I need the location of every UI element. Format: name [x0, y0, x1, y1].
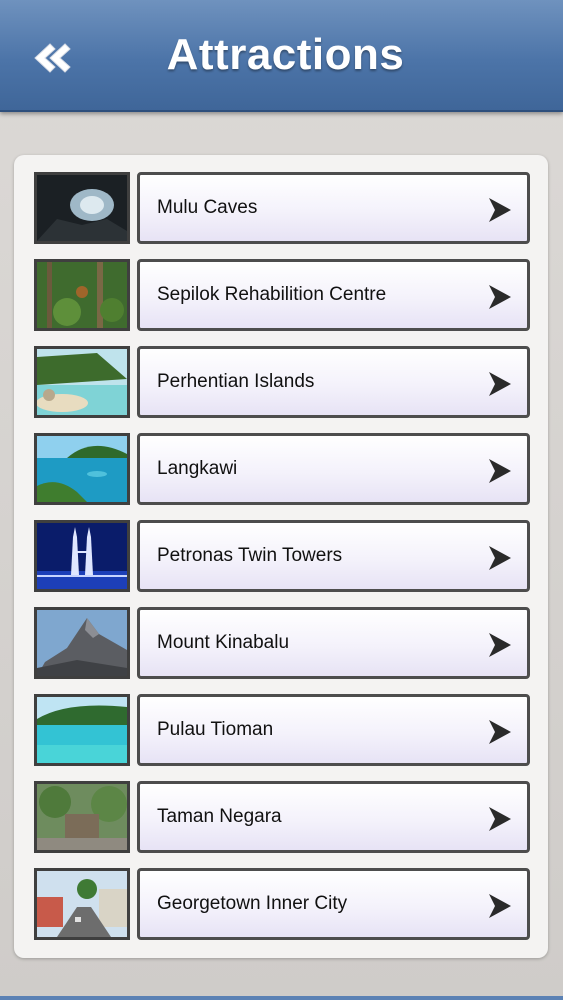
list-item[interactable]: Georgetown Inner City	[34, 868, 530, 944]
attraction-thumbnail	[34, 259, 130, 331]
attraction-label: Mount Kinabalu	[157, 632, 290, 653]
chevron-right-icon	[489, 807, 511, 831]
chevron-right-icon	[489, 720, 511, 744]
attraction-label: Sepilok Rehabilition Centre	[157, 284, 387, 305]
attraction-label: Taman Negara	[157, 806, 282, 827]
attraction-thumbnail	[34, 520, 130, 592]
attraction-label: Perhentian Islands	[157, 371, 315, 392]
attraction-thumbnail	[34, 781, 130, 853]
chevron-right-icon	[489, 546, 511, 570]
attraction-button[interactable]: Sepilok Rehabilition Centre	[137, 259, 530, 331]
chevron-right-icon	[489, 198, 511, 222]
chevron-right-icon	[489, 372, 511, 396]
chevron-right-icon	[489, 894, 511, 918]
bottom-edge	[0, 996, 563, 1000]
attraction-button[interactable]: Georgetown Inner City	[137, 868, 530, 940]
chevron-right-icon	[489, 633, 511, 657]
attraction-button[interactable]: Petronas Twin Towers	[137, 520, 530, 592]
attraction-button[interactable]: Langkawi	[137, 433, 530, 505]
attraction-label: Mulu Caves	[157, 197, 258, 218]
attraction-thumbnail	[34, 607, 130, 679]
attraction-label: Georgetown Inner City	[157, 893, 348, 914]
attraction-button[interactable]: Perhentian Islands	[137, 346, 530, 418]
attraction-thumbnail	[34, 346, 130, 418]
attraction-label: Pulau Tioman	[157, 719, 274, 740]
attraction-thumbnail	[34, 172, 130, 244]
attraction-button[interactable]: Pulau Tioman	[137, 694, 530, 766]
list-item[interactable]: Sepilok Rehabilition Centre	[34, 259, 530, 335]
attraction-thumbnail	[34, 433, 130, 505]
attraction-button[interactable]: Taman Negara	[137, 781, 530, 853]
list-item[interactable]: Langkawi	[34, 433, 530, 509]
page-title: Attractions	[166, 30, 405, 79]
attraction-label: Petronas Twin Towers	[157, 545, 343, 566]
list-item[interactable]: Mount Kinabalu	[34, 607, 530, 683]
list-item[interactable]: Taman Negara	[34, 781, 530, 857]
attraction-thumbnail	[34, 694, 130, 766]
header-bar: Attractions	[0, 0, 563, 112]
chevron-right-icon	[489, 285, 511, 309]
attraction-button[interactable]: Mount Kinabalu	[137, 607, 530, 679]
attraction-label: Langkawi	[157, 458, 238, 479]
list-item[interactable]: Mulu Caves	[34, 172, 530, 248]
list-item[interactable]: Perhentian Islands	[34, 346, 530, 422]
attraction-thumbnail	[34, 868, 130, 940]
list-item[interactable]: Pulau Tioman	[34, 694, 530, 770]
attraction-button[interactable]: Mulu Caves	[137, 172, 530, 244]
chevron-right-icon	[489, 459, 511, 483]
list-item[interactable]: Petronas Twin Towers	[34, 520, 530, 596]
attractions-list: Mulu Caves Sepilok Rehabilition Centre P…	[14, 155, 548, 958]
